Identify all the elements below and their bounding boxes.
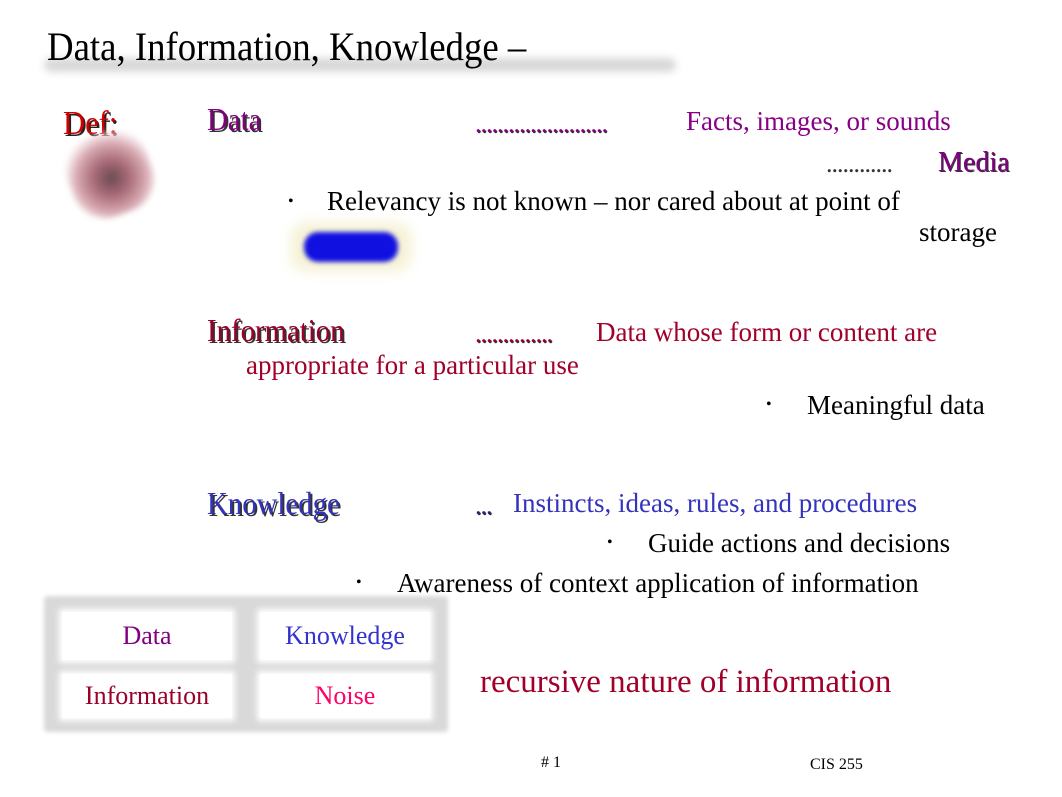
bullet-icon: •: [766, 396, 772, 413]
bullet-icon: •: [356, 574, 362, 591]
bullet-icon: •: [607, 534, 613, 551]
definition-data: Facts, images, or sounds: [686, 106, 951, 136]
leader-media: ............: [826, 149, 893, 178]
leader-information: ..............: [475, 319, 553, 348]
bullet-meaningful-data: Meaningful data: [807, 390, 985, 420]
concept-grid: Data Knowledge Information Noise: [44, 596, 448, 732]
caption-recursive: recursive nature of information: [480, 664, 892, 700]
page-number: # 1: [541, 754, 561, 771]
term-information: Information: [207, 312, 345, 348]
leader-knowledge: ...: [475, 491, 492, 520]
grid-cell-noise: Noise: [260, 674, 430, 718]
bullet-relevancy: Relevancy is not known – nor cared about…: [327, 186, 900, 216]
grid-cell-information: Information: [62, 674, 232, 718]
course-label: CIS 255: [810, 756, 863, 773]
bullet-icon: •: [288, 193, 294, 210]
definition-information-line1: Data whose form or content are: [596, 317, 938, 347]
definition-information-line2: appropriate for a particular use: [246, 350, 579, 380]
bullet-awareness: Awareness of context application of info…: [397, 568, 919, 598]
grid-cell-knowledge: Knowledge: [260, 612, 430, 660]
media-label: Media: [938, 147, 1010, 178]
bullet-guide-actions: Guide actions and decisions: [648, 528, 951, 558]
blue-pill-shape: [304, 232, 398, 262]
bullet-relevancy-continued: storage: [919, 217, 997, 247]
term-data: Data: [207, 101, 262, 137]
leader-data: ........................: [475, 109, 608, 138]
definition-knowledge: Instincts, ideas, rules, and procedures: [513, 488, 918, 518]
slide-title: Data, Information, Knowledge –: [47, 24, 527, 69]
term-knowledge: Knowledge: [207, 485, 340, 521]
grid-cell-data: Data: [62, 612, 232, 660]
